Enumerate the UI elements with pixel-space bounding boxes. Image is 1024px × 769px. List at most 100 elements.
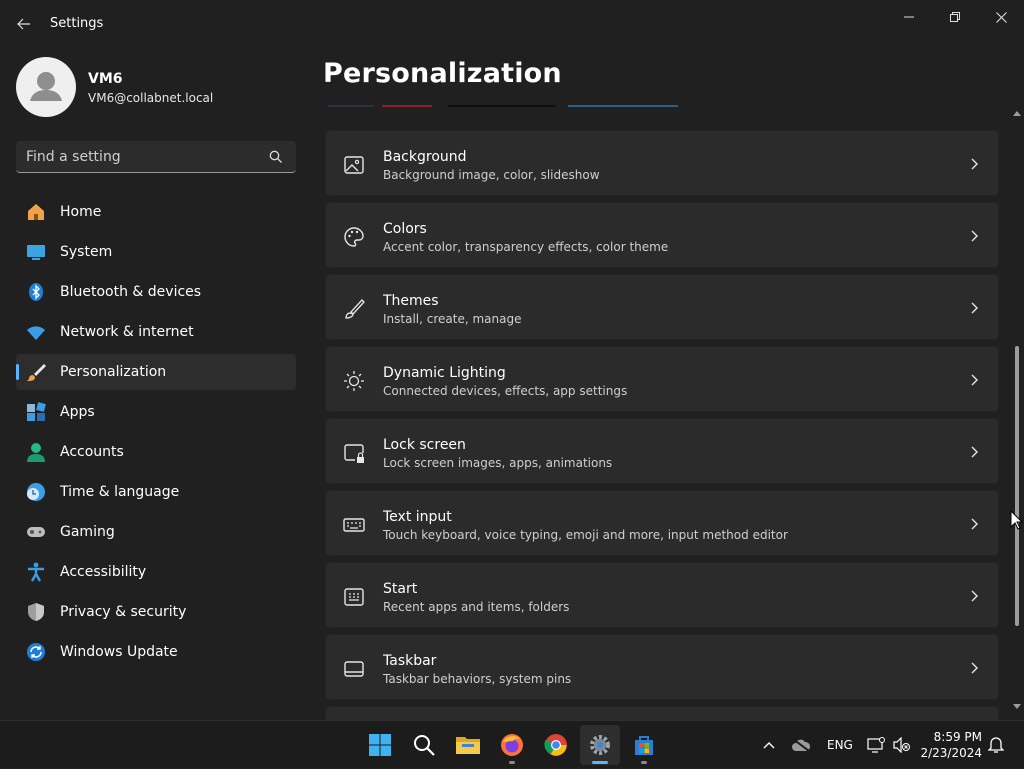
onedrive-tray[interactable] bbox=[790, 721, 812, 769]
back-button[interactable] bbox=[12, 12, 36, 36]
picture-icon bbox=[344, 156, 364, 174]
taskbar-start-button[interactable] bbox=[360, 725, 400, 765]
sidebar-item-personalization[interactable]: Personalization bbox=[16, 354, 296, 390]
sidebar-item-gaming[interactable]: Gaming bbox=[16, 514, 296, 550]
brush-icon bbox=[345, 299, 365, 319]
scrollbar[interactable] bbox=[1010, 106, 1024, 720]
paintbrush-icon bbox=[27, 364, 46, 381]
shield-icon bbox=[28, 603, 44, 621]
sidebar-item-network[interactable]: Network & internet bbox=[16, 314, 296, 350]
card-description: Touch keyboard, voice typing, emoji and … bbox=[383, 528, 788, 542]
sidebar-item-privacy[interactable]: Privacy & security bbox=[16, 594, 296, 630]
network-status-icon bbox=[867, 737, 885, 753]
notifications-button[interactable] bbox=[986, 721, 1006, 769]
back-arrow-icon bbox=[17, 18, 30, 30]
search-box[interactable] bbox=[16, 141, 296, 173]
taskbar-chrome[interactable] bbox=[536, 725, 576, 765]
sidebar-nav: Home System Bluetooth & devices Network … bbox=[16, 194, 296, 674]
network-icon bbox=[27, 326, 45, 340]
sidebar-item-bluetooth[interactable]: Bluetooth & devices bbox=[16, 274, 296, 310]
search-input[interactable] bbox=[26, 141, 266, 172]
network-tray[interactable] bbox=[866, 721, 886, 769]
setting-card-taskbar[interactable]: Taskbar Taskbar behaviors, system pins bbox=[325, 634, 999, 700]
setting-card-themes[interactable]: Themes Install, create, manage bbox=[325, 274, 999, 340]
chevron-right-icon bbox=[971, 662, 978, 674]
sidebar-item-label: Apps bbox=[60, 404, 95, 420]
user-avatar-icon bbox=[30, 72, 62, 101]
system-icon bbox=[27, 245, 45, 260]
keyboard-icon bbox=[343, 518, 365, 532]
chevron-right-icon bbox=[971, 446, 978, 458]
setting-card-start[interactable]: Start Recent apps and items, folders bbox=[325, 562, 999, 628]
sidebar-item-label: Gaming bbox=[60, 524, 115, 540]
sidebar-item-label: System bbox=[60, 244, 113, 260]
setting-card-partial[interactable] bbox=[325, 706, 999, 720]
theme-preview-strip bbox=[382, 105, 432, 107]
sidebar-item-home[interactable]: Home bbox=[16, 194, 296, 230]
setting-card-dynamic-lighting[interactable]: Dynamic Lighting Connected devices, effe… bbox=[325, 346, 999, 412]
taskbar-file-explorer[interactable] bbox=[448, 725, 488, 765]
settings-gear-icon bbox=[590, 735, 610, 755]
chevron-right-icon bbox=[971, 590, 978, 602]
avatar[interactable] bbox=[16, 57, 76, 117]
sidebar-item-windows-update[interactable]: Windows Update bbox=[16, 634, 296, 670]
minimize-button[interactable] bbox=[886, 6, 932, 28]
card-description: Taskbar behaviors, system pins bbox=[383, 672, 572, 686]
sidebar-item-system[interactable]: System bbox=[16, 234, 296, 270]
taskbar-icon bbox=[344, 661, 364, 677]
search-icon bbox=[269, 150, 282, 163]
sidebar-item-label: Home bbox=[60, 204, 102, 220]
sidebar-item-accounts[interactable]: Accounts bbox=[16, 434, 296, 470]
restore-button[interactable] bbox=[932, 6, 978, 28]
chevron-right-icon bbox=[971, 302, 978, 314]
setting-card-lock-screen[interactable]: Lock screen Lock screen images, apps, an… bbox=[325, 418, 999, 484]
close-button[interactable] bbox=[978, 6, 1024, 28]
card-title: Themes bbox=[383, 293, 439, 309]
taskbar-settings[interactable] bbox=[580, 725, 620, 765]
sidebar-item-label: Network & internet bbox=[60, 324, 194, 340]
accounts-icon bbox=[27, 443, 45, 462]
system-clock[interactable]: 8:59 PM 2/23/2024 bbox=[906, 729, 982, 761]
input-language-indicator[interactable]: ENG bbox=[827, 738, 853, 752]
card-description: Accent color, transparency effects, colo… bbox=[383, 240, 669, 254]
minimize-icon bbox=[904, 16, 914, 18]
sidebar-item-time-language[interactable]: Time & language bbox=[16, 474, 296, 510]
chrome-icon bbox=[544, 734, 567, 756]
sidebar-item-label: Personalization bbox=[60, 364, 167, 380]
taskbar-search-button[interactable] bbox=[404, 725, 444, 765]
setting-card-text-input[interactable]: Text input Touch keyboard, voice typing,… bbox=[325, 490, 999, 556]
sidebar-item-label: Windows Update bbox=[60, 644, 178, 660]
theme-preview-strip bbox=[328, 105, 374, 107]
taskbar-microsoft-store[interactable] bbox=[624, 725, 664, 765]
bell-icon bbox=[988, 737, 1004, 753]
user-name: VM6 bbox=[88, 71, 123, 87]
microsoft-store-icon bbox=[635, 736, 653, 755]
chevron-right-icon bbox=[971, 230, 978, 242]
taskbar-firefox[interactable] bbox=[492, 725, 532, 765]
sidebar-item-accessibility[interactable]: Accessibility bbox=[16, 554, 296, 590]
sidebar-item-label: Accessibility bbox=[60, 564, 147, 580]
scroll-down-arrow-icon[interactable] bbox=[1013, 704, 1021, 710]
chevron-up-icon bbox=[763, 742, 775, 749]
chevron-right-icon bbox=[971, 158, 978, 170]
setting-card-background[interactable]: Background Background image, color, slid… bbox=[325, 130, 999, 196]
file-explorer-icon bbox=[456, 737, 480, 754]
card-description: Install, create, manage bbox=[383, 312, 522, 326]
firefox-icon bbox=[501, 734, 523, 756]
card-title: Lock screen bbox=[383, 437, 466, 453]
page-title: Personalization bbox=[323, 58, 562, 89]
setting-card-colors[interactable]: Colors Accent color, transparency effect… bbox=[325, 202, 999, 268]
scroll-up-arrow-icon[interactable] bbox=[1013, 110, 1021, 116]
scrollbar-thumb[interactable] bbox=[1015, 346, 1019, 626]
settings-window: Settings VM6 VM6@collabnet.local Home Sy… bbox=[0, 0, 1024, 720]
show-hidden-icons-button[interactable] bbox=[760, 721, 778, 769]
accessibility-icon bbox=[28, 562, 44, 582]
restore-icon bbox=[950, 12, 960, 22]
sidebar-item-apps[interactable]: Apps bbox=[16, 394, 296, 430]
windows-start-icon bbox=[369, 734, 391, 756]
cloud-offline-icon bbox=[792, 738, 811, 752]
card-description: Lock screen images, apps, animations bbox=[383, 456, 613, 470]
mouse-cursor-icon bbox=[1010, 510, 1024, 530]
card-description: Connected devices, effects, app settings bbox=[383, 384, 628, 398]
clock-date: 2/23/2024 bbox=[920, 746, 982, 760]
